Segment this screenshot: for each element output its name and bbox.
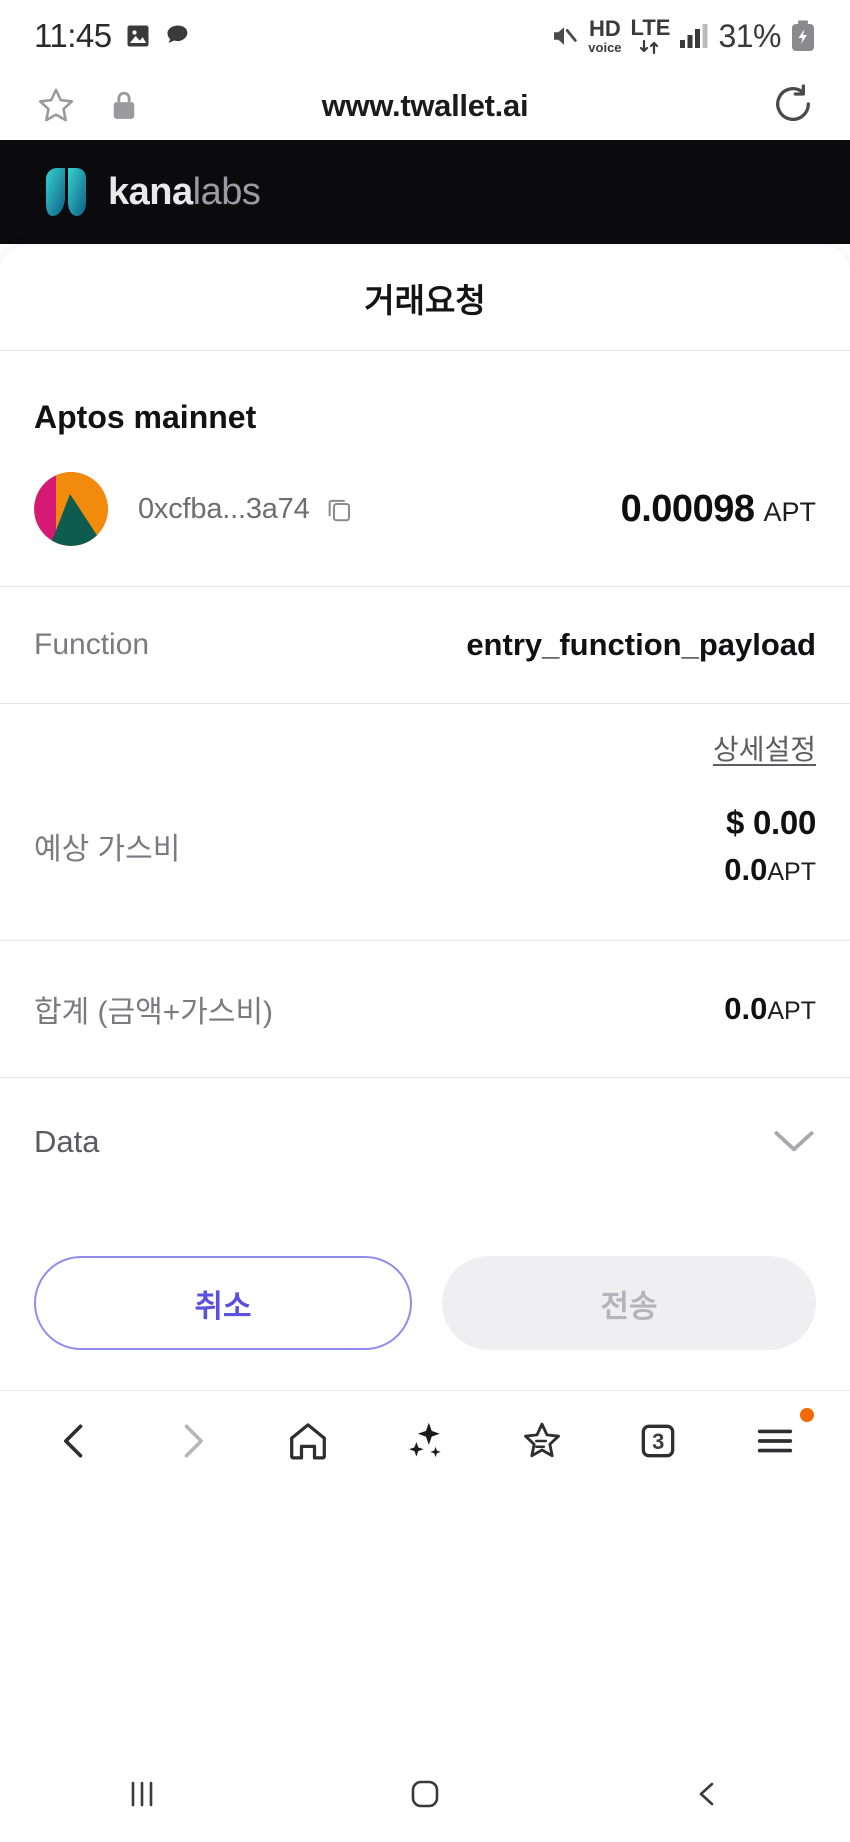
brand-logo[interactable]: kanalabs xyxy=(42,163,261,221)
nav-home-button[interactable] xyxy=(273,1406,343,1476)
cancel-button[interactable]: 취소 xyxy=(34,1256,412,1350)
transaction-request-sheet: 거래요청 Aptos mainnet 0xcfba...3a74 0.00098… xyxy=(0,246,850,1390)
mute-icon xyxy=(549,21,579,51)
system-home-button[interactable] xyxy=(380,1764,470,1824)
total-value: 0.0 xyxy=(724,991,768,1026)
amount-unit: APT xyxy=(763,496,816,527)
gas-fee-native-unit: APT xyxy=(767,858,816,886)
lte-icon: LTE xyxy=(630,15,671,55)
sheet-spacer xyxy=(0,1206,850,1256)
url-bar-left-actions xyxy=(34,84,140,128)
image-icon xyxy=(124,22,152,50)
bookmark-star-icon xyxy=(519,1418,565,1464)
site-header: kanalabs xyxy=(0,140,850,244)
hd-voice-icon: HD voice xyxy=(588,16,622,55)
gas-fee-row: 예상 가스비 $ 0.00 0.0APT xyxy=(34,786,816,906)
hd-label: HD xyxy=(589,16,621,41)
sheet-action-buttons: 취소 전송 xyxy=(0,1256,850,1390)
gas-fee-native: 0.0APT xyxy=(724,852,816,888)
back-arrow-icon xyxy=(53,1419,97,1463)
menu-notification-badge xyxy=(799,1407,814,1422)
signal-icon xyxy=(679,23,709,49)
contacts-icon xyxy=(164,22,192,50)
brand-light: labs xyxy=(192,170,261,213)
data-section-label: Data xyxy=(34,1124,100,1159)
android-system-nav xyxy=(0,1746,850,1842)
submit-button[interactable]: 전송 xyxy=(442,1256,816,1350)
total-label: 합계 (금액+가스비) xyxy=(34,996,274,1029)
function-row: Function entry_function_payload xyxy=(0,587,850,703)
brand-bold: kana xyxy=(108,170,193,213)
home-icon xyxy=(285,1418,331,1464)
lock-icon[interactable] xyxy=(108,88,140,124)
transaction-amount: 0.00098 APT xyxy=(621,488,816,531)
browser-url-bar[interactable]: www.twallet.ai xyxy=(0,72,850,140)
nav-back-button[interactable] xyxy=(40,1406,110,1476)
lte-label: LTE xyxy=(630,15,671,40)
total-row: 합계 (금액+가스비) 0.0APT xyxy=(0,941,850,1077)
account-address-group[interactable]: 0xcfba...3a74 xyxy=(138,493,354,526)
nav-bookmarks-button[interactable] xyxy=(507,1406,577,1476)
advanced-settings-link[interactable]: 상세설정 xyxy=(713,728,816,768)
url-bar-right-actions xyxy=(770,81,816,132)
home-square-icon xyxy=(405,1774,445,1814)
star-outline-icon[interactable] xyxy=(34,84,78,128)
status-bar: 11:45 HD voice LTE 31% xyxy=(0,0,850,72)
hamburger-menu-icon xyxy=(752,1418,798,1464)
function-value: entry_function_payload xyxy=(466,627,816,662)
gas-fee-label: 예상 가스비 xyxy=(34,833,181,866)
forward-arrow-icon xyxy=(170,1419,214,1463)
total-unit: APT xyxy=(767,997,816,1025)
status-bar-right: HD voice LTE 31% xyxy=(549,17,816,55)
function-label: Function xyxy=(34,628,150,661)
chevron-down-icon[interactable] xyxy=(772,1127,816,1157)
account-address-text: 0xcfba...3a74 xyxy=(138,492,310,525)
back-chevron-icon xyxy=(688,1774,728,1814)
gas-fee-native-value: 0.0 xyxy=(724,852,768,887)
nav-assistant-button[interactable] xyxy=(390,1406,460,1476)
brand-text: kanalabs xyxy=(108,170,261,214)
nav-menu-button[interactable] xyxy=(740,1406,814,1476)
reload-icon[interactable] xyxy=(770,81,816,127)
gas-fee-section: 상세설정 예상 가스비 $ 0.00 0.0APT xyxy=(0,704,850,940)
nav-tabs-button[interactable]: 3 xyxy=(623,1406,693,1476)
kanalabs-logo-icon xyxy=(42,163,92,221)
gas-fee-usd: $ 0.00 xyxy=(726,804,816,841)
sheet-title: 거래요청 xyxy=(364,282,486,319)
status-bar-left: 11:45 xyxy=(34,17,192,55)
network-name: Aptos mainnet xyxy=(34,399,257,435)
account-identicon xyxy=(34,472,108,546)
sparkle-icon xyxy=(402,1418,448,1464)
account-row: 0xcfba...3a74 0.00098 APT xyxy=(0,436,850,586)
system-back-button[interactable] xyxy=(663,1764,753,1824)
total-values: 0.0APT xyxy=(724,991,816,1027)
nav-forward-button[interactable] xyxy=(157,1406,227,1476)
battery-charging-icon xyxy=(790,20,816,52)
browser-bottom-nav: 3 xyxy=(0,1390,850,1490)
copy-icon[interactable] xyxy=(324,494,354,524)
status-time: 11:45 xyxy=(34,17,112,54)
tabs-count-label: 3 xyxy=(652,1428,665,1454)
amount-value: 0.00098 xyxy=(620,487,755,530)
recents-icon xyxy=(122,1777,162,1811)
data-section-row[interactable]: Data xyxy=(0,1078,850,1206)
hd-sub-label: voice xyxy=(588,40,622,55)
system-recents-button[interactable] xyxy=(97,1764,187,1824)
gas-settings-link-wrap: 상세설정 xyxy=(34,728,816,786)
battery-percent-label: 31% xyxy=(718,17,781,54)
gas-fee-values: $ 0.00 0.0APT xyxy=(724,804,816,888)
